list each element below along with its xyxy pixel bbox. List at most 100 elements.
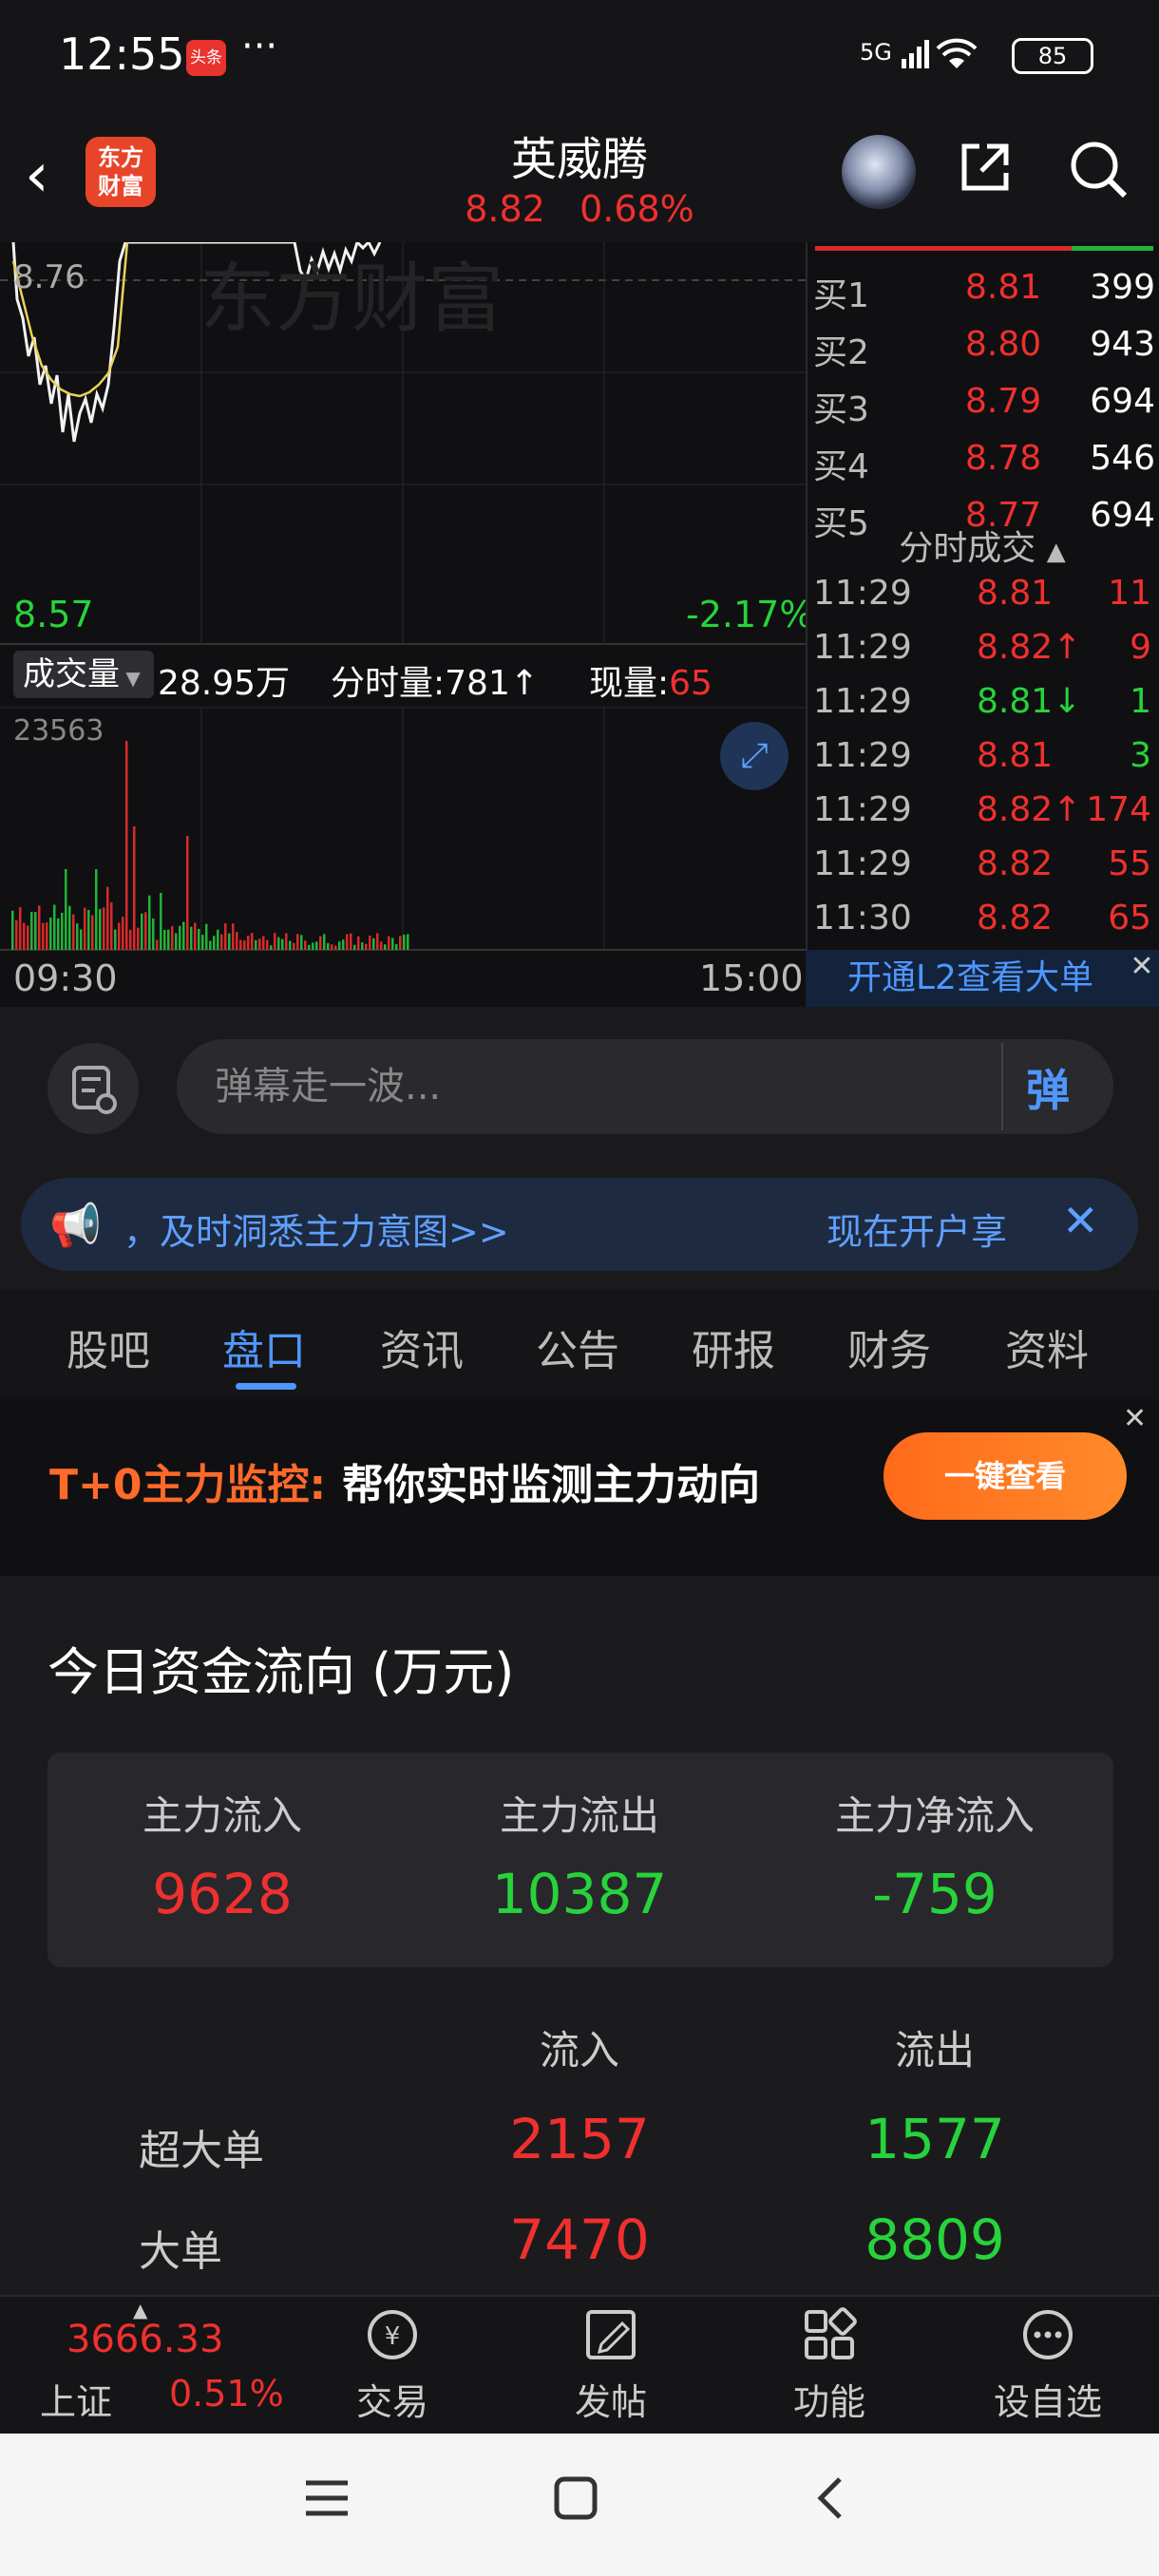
volume-bar	[384, 944, 387, 950]
bid-label: 买4	[813, 447, 869, 486]
tick-price: 8.82↑	[977, 628, 1082, 667]
volume-bar	[213, 936, 216, 950]
volume-bar	[365, 943, 368, 950]
volume-bar	[217, 929, 219, 950]
tick-volume: 3	[1130, 736, 1151, 775]
tab-3[interactable]: 公告	[536, 1316, 619, 1377]
volume-bar	[76, 923, 79, 950]
tab-6[interactable]: 资料	[1005, 1316, 1089, 1377]
share-icon[interactable]	[955, 137, 1016, 198]
nav-post[interactable]: 发帖	[540, 2304, 682, 2425]
tick-volume: 1	[1130, 682, 1151, 721]
volume-bar	[133, 826, 136, 950]
bid-row[interactable]: 买1 8.81 399	[813, 268, 1155, 317]
volume-bar	[122, 917, 124, 950]
tab-2[interactable]: 资讯	[380, 1316, 464, 1377]
volume-bar	[289, 940, 292, 950]
tick-volume: 55	[1108, 844, 1151, 883]
volume-bar	[277, 937, 280, 950]
close-icon[interactable]: ✕	[1062, 1195, 1099, 1246]
volume-bar	[380, 941, 383, 950]
home-icon[interactable]	[551, 2473, 600, 2523]
bid-row[interactable]: 买4 8.78 546	[813, 439, 1155, 488]
volume-bar	[27, 925, 29, 950]
volume-bar	[369, 935, 371, 950]
volume-bar	[308, 944, 311, 950]
index-value[interactable]: 3666.33	[66, 2318, 223, 2361]
fund-row-inflow: 7470	[509, 2207, 650, 2272]
close-icon[interactable]: ✕	[1125, 950, 1159, 984]
tick-price: 8.82	[977, 844, 1054, 883]
volume-bar	[274, 933, 276, 950]
tick-volume: 174	[1086, 790, 1151, 829]
tab-5[interactable]: 财务	[847, 1316, 931, 1377]
open-account-link[interactable]: 现在开户享	[826, 1203, 1007, 1255]
volume-bar	[38, 905, 41, 950]
tick-price: 8.82	[977, 899, 1054, 938]
volume-bar	[293, 942, 295, 950]
volume-bar	[395, 944, 398, 950]
nav-trade-label: 交易	[355, 2381, 428, 2423]
volume-bar	[148, 895, 151, 950]
volume-bar	[300, 935, 303, 950]
volume-bar	[30, 911, 33, 950]
volume-bar	[34, 912, 37, 950]
tab-1[interactable]: 盘口	[222, 1316, 306, 1377]
tick-price: 8.81	[977, 736, 1054, 775]
volume-bar	[80, 929, 83, 950]
network-type: 5G	[860, 39, 892, 66]
volume-bar	[258, 938, 261, 950]
promo-text[interactable]: ，及时洞悉主力意图>>	[124, 1203, 509, 1255]
tick-price: 8.82↑	[977, 790, 1082, 829]
tick-time: 11:29	[813, 844, 912, 883]
volume-bar	[46, 922, 48, 950]
volume-bar	[53, 904, 56, 950]
back-nav-icon[interactable]	[808, 2473, 857, 2523]
intraday-chart[interactable]	[0, 242, 806, 1007]
current-volume-value: 65	[669, 664, 712, 703]
l2-upgrade-bar[interactable]: 开通L2查看大单	[806, 950, 1159, 1007]
tab-4[interactable]: 研报	[692, 1316, 775, 1377]
volume-bar	[236, 932, 238, 950]
tick-time: 11:29	[813, 574, 912, 613]
volume-bar	[407, 934, 409, 950]
nav-add-watchlist[interactable]: 设自选	[977, 2304, 1119, 2425]
volume-bar	[346, 934, 349, 950]
volume-bar	[247, 935, 250, 950]
more-notifications-icon: ···	[241, 25, 278, 68]
volume-bar	[399, 936, 402, 950]
bid-row[interactable]: 买3 8.79 694	[813, 382, 1155, 431]
fund-summary-label: 主力流入	[142, 1792, 302, 1839]
index-name[interactable]: 上证	[40, 2373, 112, 2425]
expand-chart-icon[interactable]: ⤢	[720, 722, 788, 790]
nav-trade[interactable]: ¥ 交易	[321, 2304, 464, 2425]
tick-row: 11:30 8.82 65	[813, 899, 1151, 952]
danmu-input[interactable]: 弹幕走一波...	[177, 1039, 1113, 1134]
index-pct[interactable]: 0.51%	[169, 2373, 284, 2415]
battery-indicator: 85	[1012, 38, 1093, 74]
volume-bar	[342, 939, 345, 950]
close-icon[interactable]: ✕	[1123, 1402, 1147, 1435]
volume-bar	[403, 934, 406, 950]
volume-bar	[388, 936, 390, 950]
volume-bar	[205, 923, 208, 950]
volume-bar	[179, 925, 181, 950]
volume-bar	[266, 939, 269, 950]
menu-icon[interactable]	[302, 2473, 352, 2523]
danmu-send-button[interactable]: 弹	[1026, 1056, 1070, 1119]
volume-bars	[11, 741, 409, 950]
volume-selector[interactable]: 成交量 ▼	[13, 651, 154, 698]
nav-functions[interactable]: 功能	[758, 2304, 901, 2425]
volume-bar	[323, 934, 326, 950]
assistant-robot-icon[interactable]	[842, 135, 916, 209]
tab-0[interactable]: 股吧	[66, 1316, 150, 1377]
search-icon[interactable]	[1066, 137, 1130, 201]
note-settings-button[interactable]	[48, 1043, 139, 1134]
ad-view-button[interactable]: 一键查看	[884, 1432, 1127, 1520]
ticks-header[interactable]: 分时成交 ▲	[806, 521, 1159, 570]
fund-summary-label: 主力净流入	[834, 1792, 1035, 1839]
volume-bar	[243, 940, 246, 950]
volume-bar	[103, 907, 105, 950]
volume-bar	[84, 907, 86, 950]
bid-row[interactable]: 买2 8.80 943	[813, 325, 1155, 374]
